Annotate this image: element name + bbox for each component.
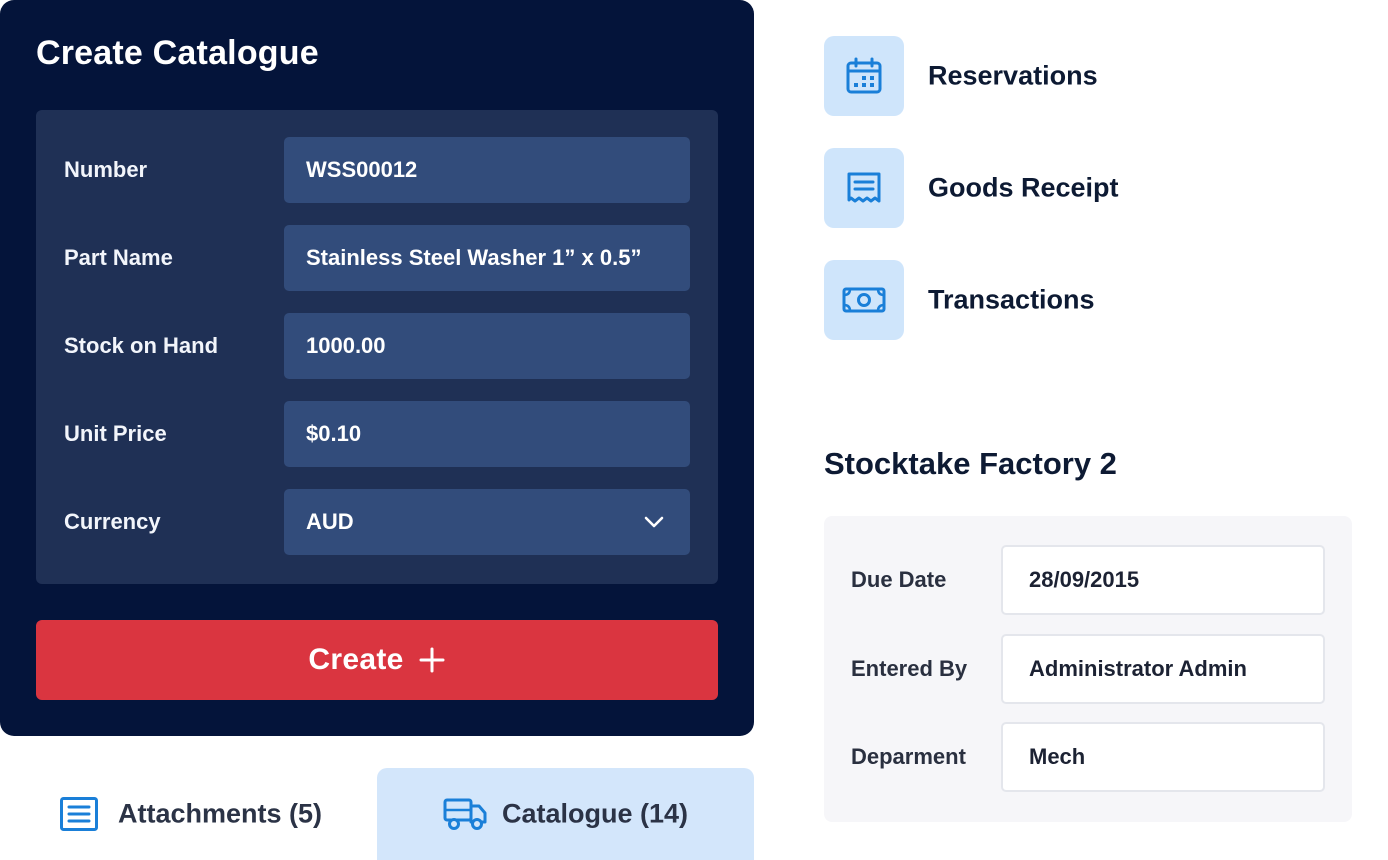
due-date-label: Due Date	[851, 567, 947, 592]
due-date-field[interactable]: 28/09/2015	[1001, 545, 1325, 615]
menu-item-transactions-label: Transactions	[928, 284, 1095, 315]
stock-on-hand-row: Stock on Hand 1000.00	[36, 313, 718, 379]
department-field[interactable]: Mech	[1001, 722, 1325, 792]
transactions-icon-box	[824, 260, 904, 340]
unit-price-label: Unit Price	[64, 421, 167, 446]
goods-receipt-icon-box	[824, 148, 904, 228]
currency-row: Currency AUD	[36, 489, 718, 555]
number-label: Number	[64, 157, 148, 182]
stock-on-hand-label: Stock on Hand	[64, 333, 219, 358]
tab-catalogue-label: Catalogue (14)	[502, 798, 689, 829]
part-name-row: Part Name Stainless Steel Washer 1” x 0.…	[36, 225, 718, 291]
stocktake-card: Stocktake Factory 2 Due Date 28/09/2015 …	[790, 404, 1388, 860]
menu-item-reservations-label: Reservations	[928, 60, 1098, 91]
create-button[interactable]: Create	[36, 620, 718, 700]
stock-on-hand-input[interactable]: 1000.00	[284, 313, 690, 379]
unit-price-row: Unit Price $0.10	[36, 401, 718, 467]
receipt-icon	[847, 172, 881, 203]
menu-item-goods-receipt-label: Goods Receipt	[928, 172, 1119, 203]
chevron-down-icon	[644, 516, 664, 528]
entered-by-row: Entered By Administrator Admin	[824, 634, 1352, 704]
number-row: Number WSS00012	[36, 137, 718, 203]
due-date-row: Due Date 28/09/2015	[824, 545, 1352, 615]
plus-icon	[419, 647, 445, 673]
menu-item-goods-receipt[interactable]: Goods Receipt	[824, 148, 1344, 228]
banknote-icon	[842, 287, 886, 313]
stocktake-details: Due Date 28/09/2015 Entered By Administr…	[824, 516, 1352, 822]
tab-attachments-label: Attachments (5)	[118, 798, 323, 829]
due-date-value: 28/09/2015	[1029, 567, 1140, 592]
part-name-label: Part Name	[64, 245, 173, 270]
entered-by-label: Entered By	[851, 656, 968, 681]
truck-icon	[443, 798, 487, 830]
part-name-input[interactable]: Stainless Steel Washer 1” x 0.5”	[284, 225, 690, 291]
part-name-value: Stainless Steel Washer 1” x 0.5”	[306, 245, 642, 270]
catalogue-form: Number WSS00012 Part Name Stainless Stee…	[36, 110, 718, 584]
entered-by-value: Administrator Admin	[1029, 656, 1247, 681]
stock-on-hand-value: 1000.00	[306, 333, 386, 358]
stocktake-title: Stocktake Factory 2	[824, 446, 1117, 481]
create-catalogue-title: Create Catalogue	[36, 34, 319, 72]
tab-catalogue[interactable]: Catalogue (14)	[377, 768, 754, 860]
unit-price-input[interactable]: $0.10	[284, 401, 690, 467]
create-catalogue-card: Create Catalogue Number WSS00012 Part Na…	[0, 0, 754, 736]
unit-price-value: $0.10	[306, 421, 362, 446]
menu-item-reservations[interactable]: Reservations	[824, 36, 1344, 116]
department-row: Deparment Mech	[824, 722, 1352, 792]
tab-attachments[interactable]: Attachments (5)	[0, 768, 377, 860]
department-label: Deparment	[851, 744, 966, 769]
entered-by-field[interactable]: Administrator Admin	[1001, 634, 1325, 704]
create-button-label: Create	[308, 643, 404, 676]
currency-label: Currency	[64, 509, 161, 534]
list-document-icon	[60, 797, 98, 831]
department-value: Mech	[1029, 744, 1086, 769]
number-value: WSS00012	[306, 157, 418, 182]
number-input[interactable]: WSS00012	[284, 137, 690, 203]
quick-links-menu: Reservations Goods Receipt Transactions	[790, 0, 1388, 372]
reservations-icon-box	[824, 36, 904, 116]
currency-value: AUD	[306, 509, 354, 534]
calendar-icon	[846, 57, 882, 94]
currency-select[interactable]: AUD	[284, 489, 690, 555]
menu-item-transactions[interactable]: Transactions	[824, 260, 1344, 340]
